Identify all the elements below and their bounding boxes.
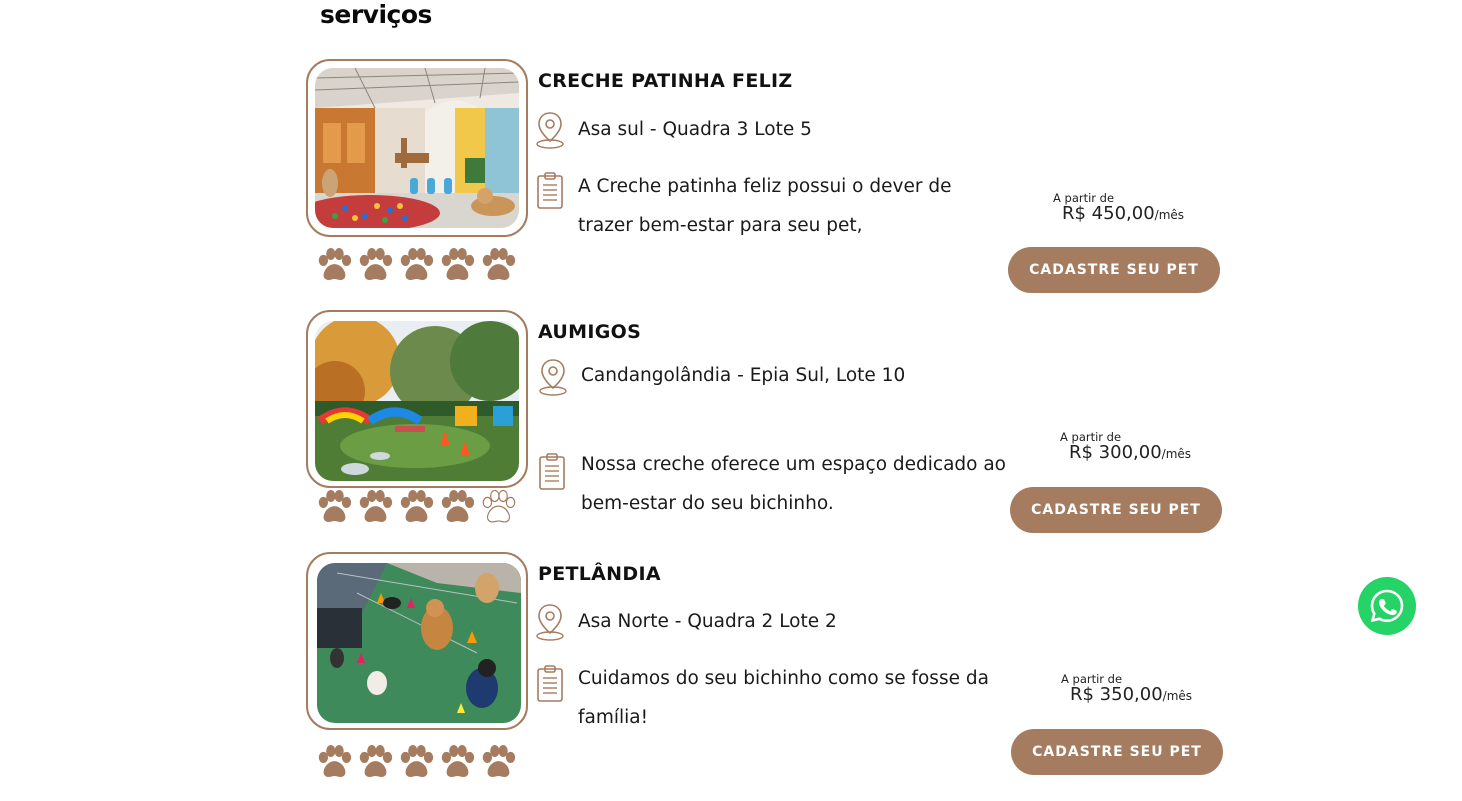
register-pet-button[interactable]: CADASTRE SEU PET [1008,247,1220,293]
paw-icon [441,744,475,777]
paw-icon [441,489,475,522]
service-address: Candangolândia - Epia Sul, Lote 10 [581,365,906,386]
price-box: A partir de R$ 350,00/mês [1061,672,1221,705]
service-photo[interactable] [315,321,519,481]
price-amount: R$ 350,00 [1070,684,1163,705]
service-photo-frame [306,310,528,488]
paw-icon [400,744,434,777]
service-card: AUMIGOS Candangolândia - Epia Sul, Lote … [0,309,1462,559]
paw-icon [482,247,516,280]
rating-paws [316,247,521,287]
service-description: Nossa creche oferece um espaço dedicado … [581,454,1007,514]
service-photo-frame [306,59,528,237]
map-pin-icon [536,604,564,641]
service-address: Asa sul - Quadra 3 Lote 5 [578,119,812,140]
register-pet-button[interactable]: CADASTRE SEU PET [1010,487,1222,533]
price-box: A partir de R$ 300,00/mês [1060,430,1220,463]
paw-icon [400,489,434,522]
price-unit: /mês [1161,447,1192,461]
service-description: Cuidamos do seu bichinho como se fosse d… [578,668,989,728]
paw-icon [318,744,352,777]
paw-outline-icon [482,489,516,523]
service-name: AUMIGOS [538,321,642,343]
map-pin-icon [539,359,567,396]
price-value: R$ 450,00/mês [1062,203,1213,224]
paw-icon [359,744,393,777]
service-name: CRECHE PATINHA FELIZ [538,70,793,92]
register-pet-button[interactable]: CADASTRE SEU PET [1011,729,1223,775]
paw-icon [318,247,352,280]
price-unit: /mês [1154,208,1185,222]
map-pin-icon [536,112,564,149]
clipboard-icon [537,172,563,209]
service-photo[interactable] [315,68,519,228]
service-card: PETLÂNDIA Asa Norte - Quadra 2 Lote 2 Cu… [0,551,1462,801]
clipboard-icon [537,665,563,702]
paw-icon [359,489,393,522]
service-description: A Creche patinha feliz possui o dever de… [578,176,952,236]
paw-icon [400,247,434,280]
price-value: R$ 300,00/mês [1069,442,1220,463]
service-address: Asa Norte - Quadra 2 Lote 2 [578,611,837,632]
clipboard-icon [539,453,565,490]
rating-paws [316,744,521,784]
price-unit: /mês [1162,689,1193,703]
whatsapp-button[interactable] [1358,577,1416,635]
paw-icon [359,247,393,280]
service-photo-frame [306,552,528,730]
service-card: CRECHE PATINHA FELIZ Asa sul - Quadra 3 … [0,58,1462,308]
price-box: A partir de R$ 450,00/mês [1053,191,1213,224]
paw-icon [482,744,516,777]
service-photo[interactable] [317,563,521,723]
section-title: serviços [320,0,432,29]
whatsapp-icon [1370,589,1404,623]
rating-paws [316,489,521,529]
price-amount: R$ 300,00 [1069,442,1162,463]
price-amount: R$ 450,00 [1062,203,1155,224]
paw-icon [318,489,352,522]
price-value: R$ 350,00/mês [1070,684,1221,705]
service-name: PETLÂNDIA [538,563,661,585]
paw-icon [441,247,475,280]
